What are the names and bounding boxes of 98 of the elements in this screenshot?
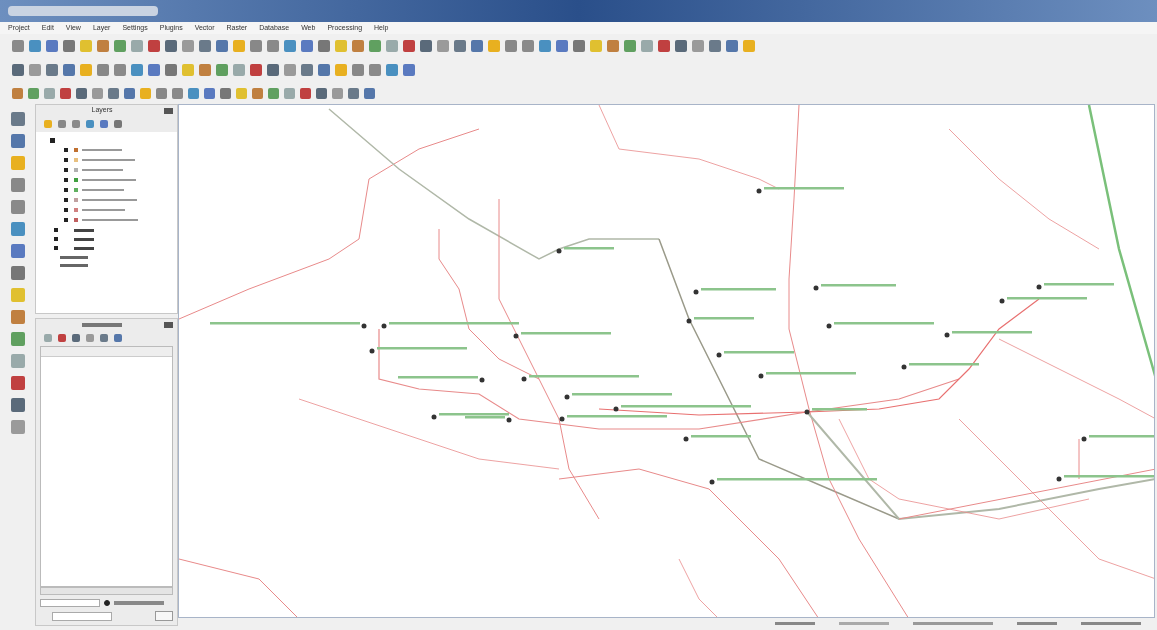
tool-icon[interactable] <box>250 64 262 76</box>
tool-icon[interactable] <box>318 40 330 52</box>
panel-title-block <box>82 322 122 327</box>
tool-icon[interactable] <box>267 64 279 76</box>
tool-icon[interactable] <box>10 200 25 214</box>
tool-icon[interactable] <box>403 40 415 52</box>
tool-icon[interactable] <box>63 40 75 52</box>
radio-button[interactable] <box>104 600 110 606</box>
tool-icon[interactable] <box>10 112 25 126</box>
tool-icon[interactable] <box>709 40 721 52</box>
tool-icon[interactable] <box>10 420 25 434</box>
tool-icon[interactable] <box>172 87 183 99</box>
results-list[interactable] <box>40 346 173 587</box>
tool-icon[interactable] <box>156 87 167 99</box>
tool-icon[interactable] <box>250 40 262 52</box>
tool-icon[interactable] <box>10 222 25 236</box>
tool-icon[interactable] <box>97 64 109 76</box>
tool-icon[interactable] <box>369 40 381 52</box>
tool-icon[interactable] <box>10 266 25 280</box>
tool-icon[interactable] <box>318 64 330 76</box>
tool-icon[interactable] <box>252 87 263 99</box>
tool-icon[interactable] <box>199 40 211 52</box>
tool-icon[interactable] <box>505 40 517 52</box>
tool-icon[interactable] <box>454 40 466 52</box>
tool-icon[interactable] <box>29 40 41 52</box>
tool-icon[interactable] <box>10 310 25 324</box>
tool-icon[interactable] <box>573 40 585 52</box>
tool-icon[interactable] <box>364 87 375 99</box>
tool-icon[interactable] <box>28 87 39 99</box>
tool-icon[interactable] <box>284 40 296 52</box>
tool-icon[interactable] <box>46 64 58 76</box>
tool-icon[interactable] <box>726 40 738 52</box>
tool-icon[interactable] <box>114 64 126 76</box>
tool-icon[interactable] <box>148 64 160 76</box>
tool-icon[interactable] <box>420 40 432 52</box>
tool-icon[interactable] <box>352 64 364 76</box>
tool-icon[interactable] <box>12 64 24 76</box>
tool-icon[interactable] <box>316 87 327 99</box>
status-field-block <box>839 621 889 625</box>
tool-icon[interactable] <box>216 64 228 76</box>
tool-icon[interactable] <box>44 87 55 99</box>
close-icon[interactable] <box>164 107 173 114</box>
tool-icon[interactable] <box>76 87 87 99</box>
tool-icon[interactable] <box>12 87 23 99</box>
dropdown-field[interactable] <box>40 599 100 607</box>
tool-icon[interactable] <box>10 376 25 390</box>
status-field-block <box>775 621 815 625</box>
tool-icon[interactable] <box>268 87 279 99</box>
tool-icon[interactable] <box>386 64 398 76</box>
tool-icon[interactable] <box>624 40 636 52</box>
tool-icon[interactable] <box>188 87 199 99</box>
tool-icon[interactable] <box>607 40 619 52</box>
tool-icon[interactable] <box>369 64 381 76</box>
tool-icon[interactable] <box>12 40 24 52</box>
tool-icon[interactable] <box>165 40 177 52</box>
tool-icon[interactable] <box>522 40 534 52</box>
tool-icon[interactable] <box>148 40 160 52</box>
tool-icon[interactable] <box>658 40 670 52</box>
tool-icon[interactable] <box>165 64 177 76</box>
status-field-block <box>1017 621 1057 625</box>
tool-icon[interactable] <box>124 87 135 99</box>
tool-icon[interactable] <box>108 87 119 99</box>
tool-icon[interactable] <box>300 87 311 99</box>
tool-icon[interactable] <box>46 40 58 52</box>
tool-icon[interactable] <box>403 64 415 76</box>
close-icon[interactable] <box>164 321 173 328</box>
tool-icon[interactable] <box>352 40 364 52</box>
scroll-bar[interactable] <box>40 587 173 595</box>
tool-icon[interactable] <box>220 87 231 99</box>
tool-icon[interactable] <box>284 87 295 99</box>
tool-icon[interactable] <box>97 40 109 52</box>
tool-icon[interactable] <box>114 40 126 52</box>
tool-icon[interactable] <box>10 398 25 412</box>
status-field-block <box>1081 621 1141 625</box>
tool-icon[interactable] <box>216 40 228 52</box>
tool-icon[interactable] <box>301 40 313 52</box>
tool-icon[interactable] <box>10 244 25 258</box>
tool-icon[interactable] <box>204 87 215 99</box>
input-field[interactable] <box>52 611 112 621</box>
tool-icon[interactable] <box>92 87 103 99</box>
tool-icon[interactable] <box>10 178 25 192</box>
tool-icon[interactable] <box>60 87 71 99</box>
tool-icon[interactable] <box>471 40 483 52</box>
tool-icon[interactable] <box>63 64 75 76</box>
tool-icon[interactable] <box>267 40 279 52</box>
tool-icon[interactable] <box>539 40 551 52</box>
option-block <box>114 601 164 605</box>
tool-icon[interactable] <box>675 40 687 52</box>
apply-button[interactable] <box>155 611 173 621</box>
tool-icon[interactable] <box>332 87 343 99</box>
tool-icon[interactable] <box>10 354 25 368</box>
tool-icon[interactable] <box>348 87 359 99</box>
tool-icon[interactable] <box>10 332 25 346</box>
tool-icon[interactable] <box>301 64 313 76</box>
tool-icon[interactable] <box>131 64 143 76</box>
tool-icon[interactable] <box>556 40 568 52</box>
tool-icon[interactable] <box>10 134 25 148</box>
tool-icon[interactable] <box>199 64 211 76</box>
